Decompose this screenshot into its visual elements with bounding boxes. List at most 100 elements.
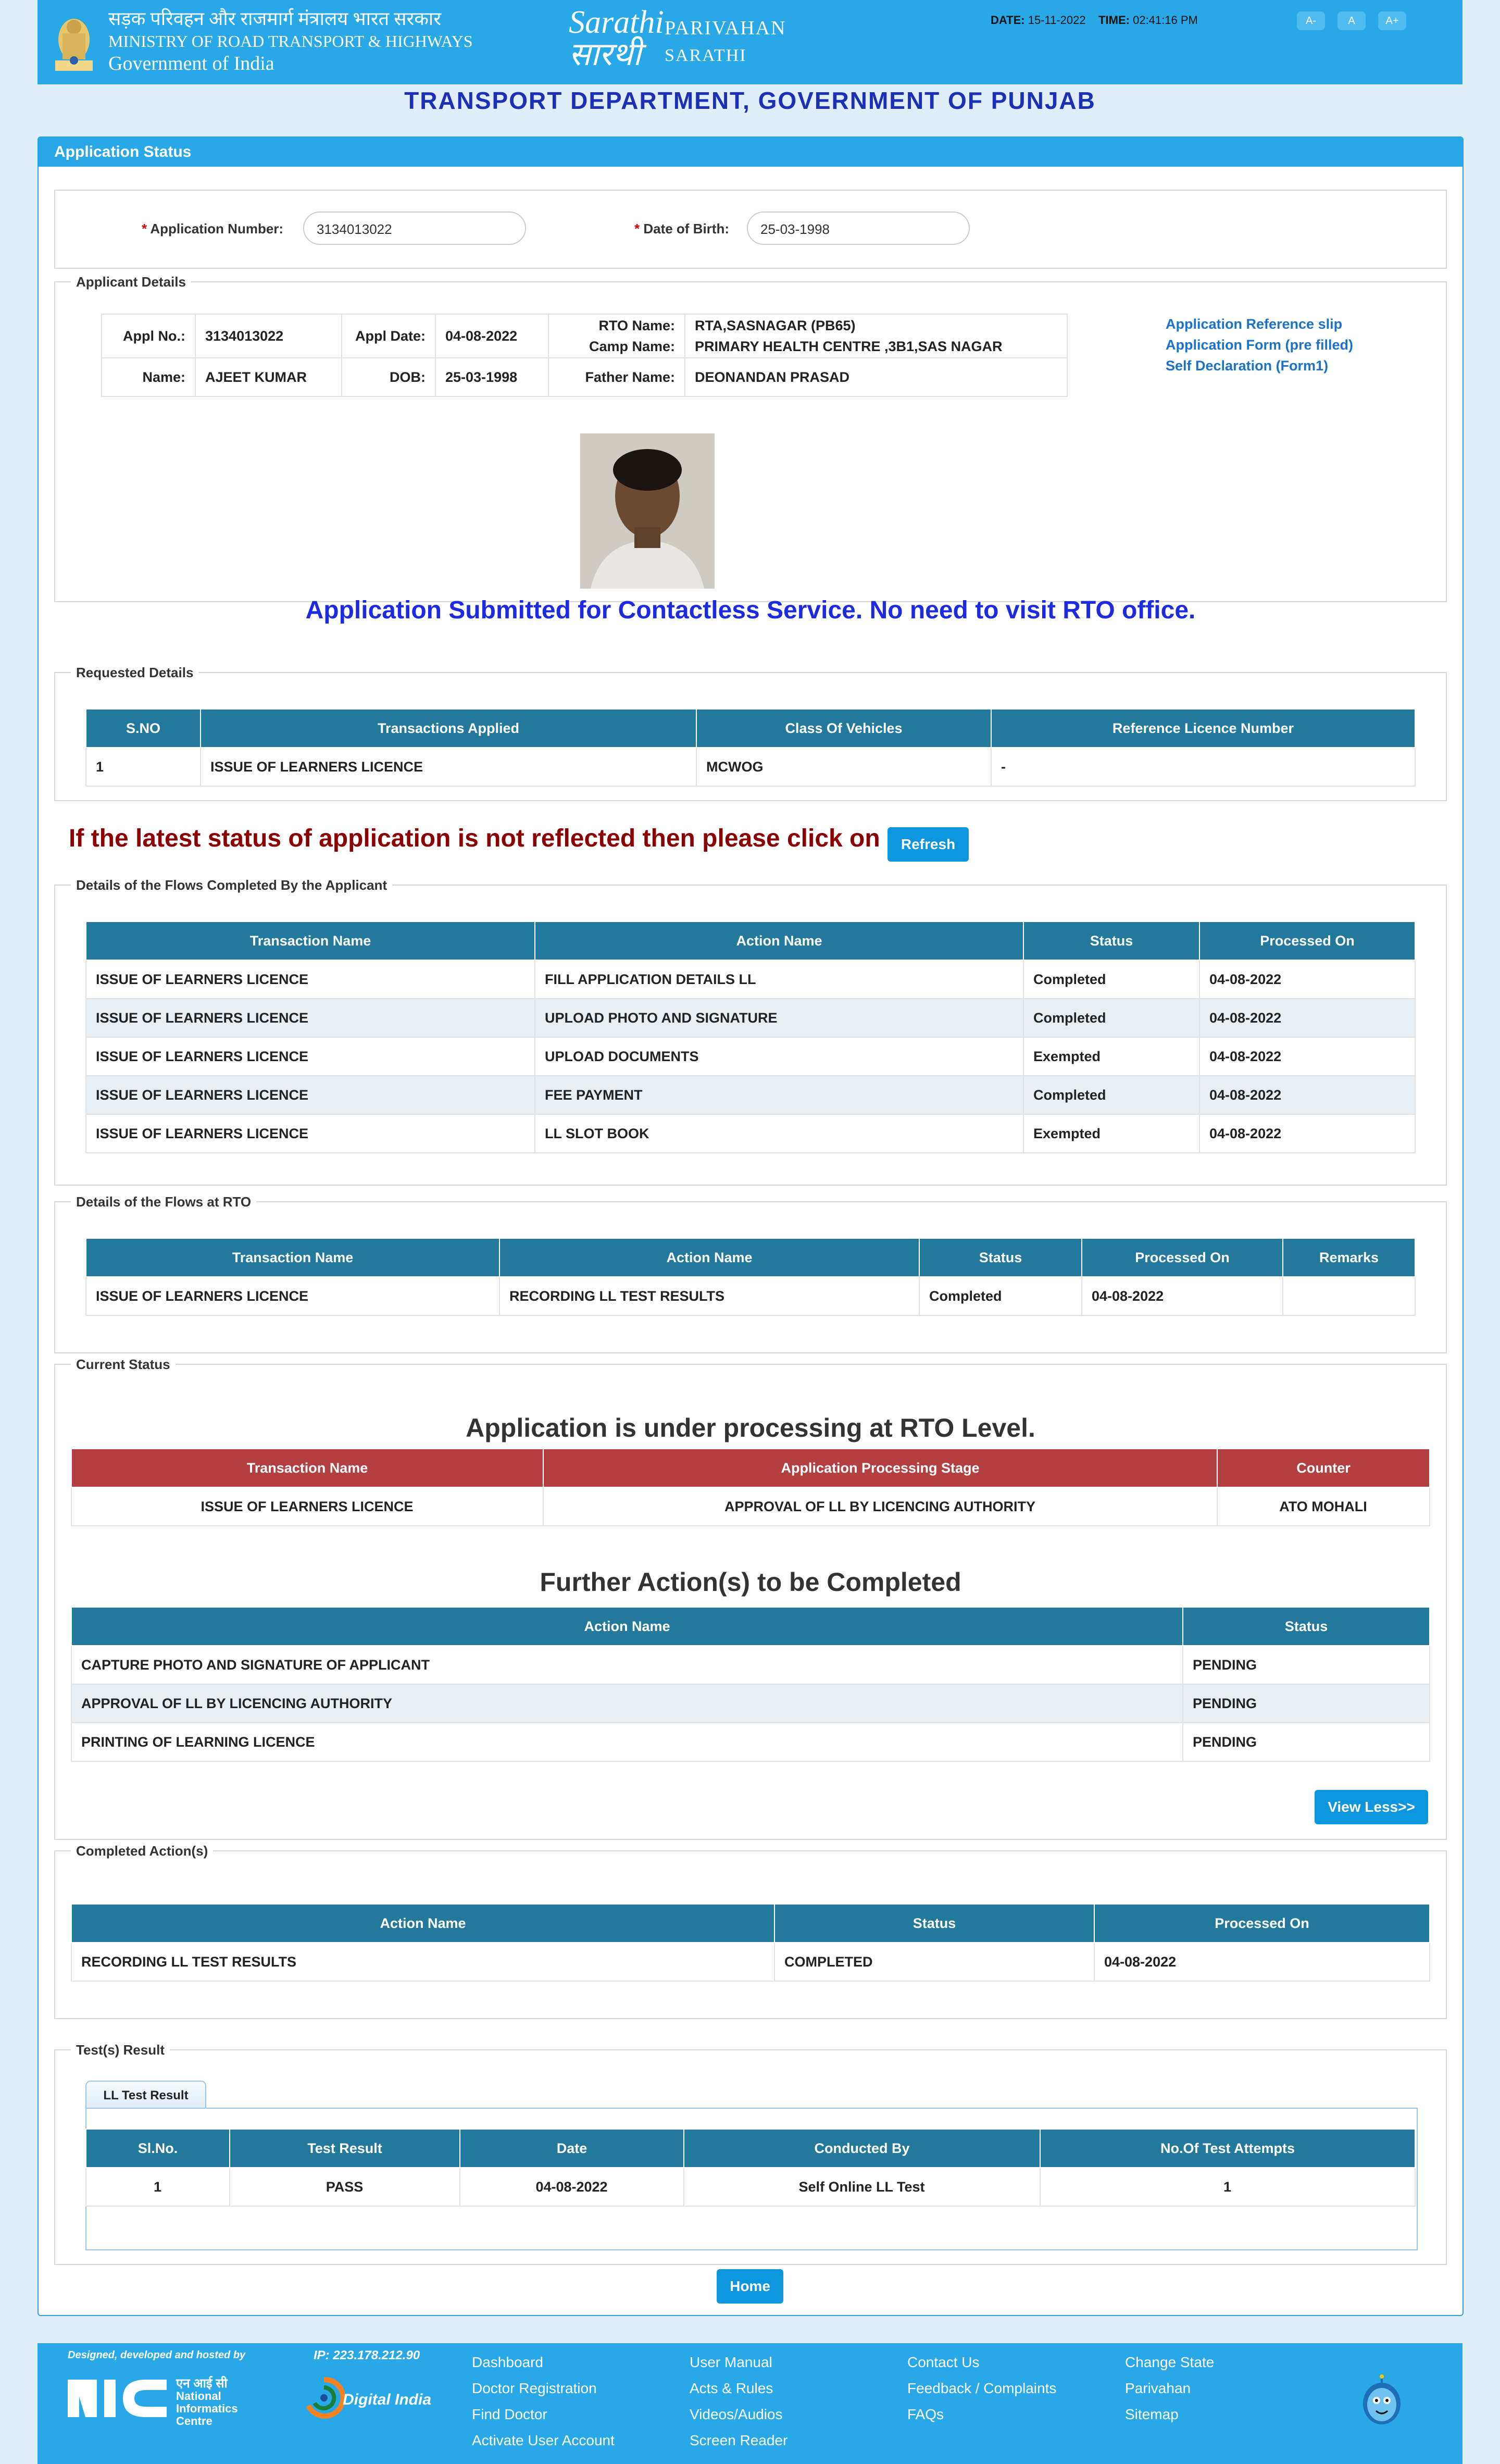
footer-link-find-doctor[interactable]: Find Doctor: [472, 2401, 615, 2428]
applicant-photo: [580, 433, 715, 589]
applicant-links: Application Reference slip Application F…: [1166, 314, 1353, 376]
national-emblem-icon: [55, 19, 93, 71]
app-number-input[interactable]: 3134013022: [303, 211, 526, 245]
footer-link-screen-reader[interactable]: Screen Reader: [690, 2428, 788, 2454]
application-status-panel: Application Status * Application Number:…: [38, 136, 1464, 2316]
flows-rto-legend: Details of the Flows at RTO: [71, 1194, 257, 1210]
nic-line: National: [176, 2390, 221, 2403]
col-status: Status: [774, 1903, 1095, 1943]
footer-link-change-state[interactable]: Change State: [1125, 2349, 1214, 2375]
footer-link-activate-user[interactable]: Activate User Account: [472, 2428, 615, 2454]
footer-link-acts-rules[interactable]: Acts & Rules: [690, 2375, 788, 2401]
table-row: APPROVAL OF LL BY LICENCING AUTHORITY PEN…: [71, 1684, 1430, 1723]
application-form-link[interactable]: Application Form (pre filled): [1166, 334, 1353, 355]
father-name-value: DEONANDAN PRASAD: [684, 357, 1068, 397]
nic-logo[interactable]: एन आई सी National Informatics Centre: [68, 2372, 255, 2430]
name-label: Name:: [101, 357, 196, 397]
further-actions-table: Action Name Status CAPTURE PHOTO AND SIG…: [71, 1607, 1430, 1762]
date-label: DATE:: [991, 14, 1025, 27]
flows-applicant-table: Transaction Name Action Name Status Proc…: [85, 921, 1416, 1153]
col-processing-stage: Application Processing Stage: [543, 1448, 1218, 1488]
col-counter: Counter: [1217, 1448, 1430, 1488]
col-action-name: Action Name: [71, 1607, 1183, 1646]
refresh-message: If the latest status of application is n…: [69, 825, 880, 852]
time-value: 02:41:16 PM: [1133, 14, 1198, 27]
appl-date-value: 04-08-2022: [435, 314, 549, 358]
col-processed-on: Processed On: [1094, 1903, 1430, 1943]
ministry-block: सड़क परिवहन और राजमार्ग मंत्रालय भारत सर…: [108, 7, 473, 75]
flows-applicant-legend: Details of the Flows Completed By the Ap…: [71, 877, 393, 893]
nic-line: Informatics: [176, 2402, 238, 2415]
self-declaration-link[interactable]: Self Declaration (Form1): [1166, 355, 1353, 376]
footer-link-parivahan[interactable]: Parivahan: [1125, 2375, 1214, 2401]
col-processed-on: Processed On: [1081, 1238, 1283, 1277]
completed-actions-table: Action Name Status Processed On RECORDIN…: [71, 1903, 1430, 1982]
table-row: ISSUE OF LEARNERS LICENCE FEE PAYMENT Comp…: [85, 1075, 1416, 1115]
footer-link-doctor-registration[interactable]: Doctor Registration: [472, 2375, 615, 2401]
nic-logo-icon: [68, 2380, 167, 2417]
flows-rto-box: Details of the Flows at RTO Transaction …: [54, 1194, 1447, 1353]
rto-name-value: RTA,SASNAGAR (PB65): [695, 318, 856, 333]
flows-applicant-box: Details of the Flows Completed By the Ap…: [54, 877, 1447, 1186]
footer-link-videos[interactable]: Videos/Audios: [690, 2401, 788, 2428]
col-class-of-vehicles: Class Of Vehicles: [696, 708, 992, 748]
col-attempts: No.Of Test Attempts: [1040, 2129, 1416, 2168]
parivahan-text: PARIVAHAN: [665, 17, 786, 39]
footer-link-faqs[interactable]: FAQs: [907, 2401, 1056, 2428]
rto-name-label: RTO Name:: [598, 318, 675, 333]
font-increase-button[interactable]: A+: [1378, 11, 1406, 30]
footer-link-user-manual[interactable]: User Manual: [690, 2349, 788, 2375]
time-label: TIME:: [1098, 14, 1130, 27]
col-action-name: Action Name: [71, 1903, 775, 1943]
col-transaction-name: Transaction Name: [85, 921, 535, 961]
footer-col-1: Dashboard Doctor Registration Find Docto…: [472, 2349, 615, 2454]
govt-name: Government of India: [108, 53, 274, 74]
further-actions-title: Further Action(s) to be Completed: [540, 1567, 961, 1597]
footer-link-contact-us[interactable]: Contact Us: [907, 2349, 1056, 2375]
dob-input[interactable]: 25-03-1998: [747, 211, 970, 245]
table-row: CAPTURE PHOTO AND SIGNATURE OF APPLICANT…: [71, 1645, 1430, 1685]
col-status: Status: [1023, 921, 1200, 961]
applicant-dob-value: 25-03-1998: [435, 357, 549, 397]
tab-ll-test-result[interactable]: LL Test Result: [85, 2081, 206, 2110]
current-status-title: Application is under processing at RTO L…: [466, 1413, 1035, 1442]
flows-rto-table: Transaction Name Action Name Status Proc…: [85, 1238, 1416, 1316]
cell-transaction: ISSUE OF LEARNERS LICENCE: [200, 747, 697, 787]
col-transactions-applied: Transactions Applied: [200, 708, 697, 748]
camp-name-value: PRIMARY HEALTH CENTRE ,3B1,SAS NAGAR: [695, 339, 1003, 354]
refresh-button[interactable]: Refresh: [888, 827, 969, 862]
footer-link-feedback[interactable]: Feedback / Complaints: [907, 2375, 1056, 2401]
sarathi-logo[interactable]: Sarathi सारथी PARIVAHAN SARATHI: [569, 6, 829, 74]
test-result-table: Sl.No. Test Result Date Conducted By No.…: [85, 2129, 1416, 2207]
ministry-name: MINISTRY OF ROAD TRANSPORT & HIGHWAYS: [108, 32, 473, 51]
requested-table: S.NO Transactions Applied Class Of Vehic…: [85, 708, 1416, 787]
table-row: RECORDING LL TEST RESULTS COMPLETED 04-0…: [71, 1942, 1430, 1982]
ip-address: IP: 223.178.212.90: [314, 2348, 420, 2362]
footer-col-2: User Manual Acts & Rules Videos/Audios S…: [690, 2349, 788, 2454]
application-reference-slip-link[interactable]: Application Reference slip: [1166, 314, 1353, 334]
home-button[interactable]: Home: [717, 2269, 783, 2304]
panel-title: Application Status: [39, 138, 1462, 167]
completed-actions-box: Completed Action(s) Action Name Status P…: [54, 1843, 1447, 2019]
col-sno: S.NO: [85, 708, 201, 748]
col-action-name: Action Name: [534, 921, 1024, 961]
font-decrease-button[interactable]: A-: [1297, 11, 1325, 30]
current-status-table: Transaction Name Application Processing …: [71, 1448, 1430, 1526]
col-transaction-name: Transaction Name: [85, 1238, 500, 1277]
chatbot-icon[interactable]: [1358, 2374, 1405, 2426]
current-status-box: Current Status Application is under proc…: [54, 1357, 1447, 1840]
cell-class: MCWOG: [696, 747, 992, 787]
col-date: Date: [459, 2129, 684, 2168]
sarathi-text: SARATHI: [665, 46, 747, 65]
digital-india-logo[interactable]: Digital India: [303, 2374, 439, 2421]
dob-label: * Date of Birth:: [634, 221, 730, 237]
name-value: AJEET KUMAR: [195, 357, 342, 397]
requested-details-box: Requested Details S.NO Transactions Appl…: [54, 665, 1447, 801]
font-normal-button[interactable]: A: [1338, 11, 1366, 30]
footer-link-sitemap[interactable]: Sitemap: [1125, 2401, 1214, 2428]
col-transaction-name: Transaction Name: [71, 1448, 544, 1488]
footer-link-dashboard[interactable]: Dashboard: [472, 2349, 615, 2375]
view-less-button[interactable]: View Less>>: [1315, 1790, 1428, 1824]
table-row: ISSUE OF LEARNERS LICENCE LL SLOT BOOK Exe…: [85, 1114, 1416, 1153]
department-title: TRANSPORT DEPARTMENT, GOVERNMENT OF PUNJ…: [404, 87, 1096, 114]
